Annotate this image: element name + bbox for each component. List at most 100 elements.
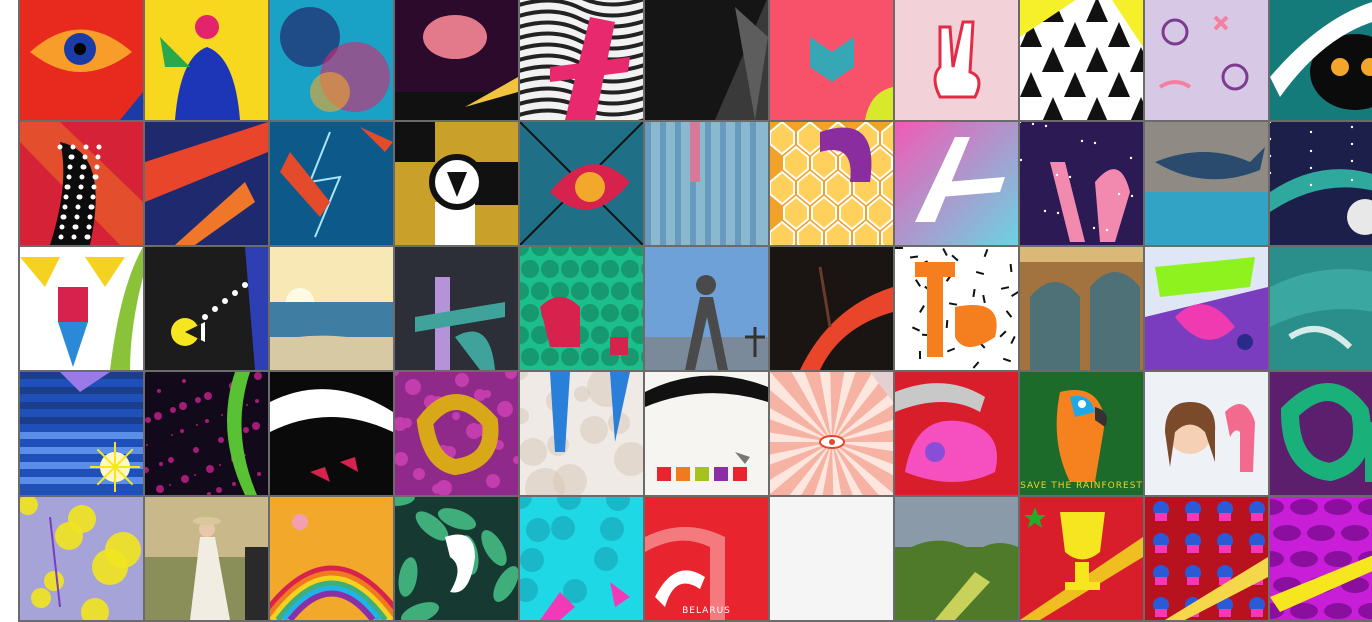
artwork-thumbnail-moon: [1270, 122, 1372, 245]
artwork-tile-r4c9[interactable]: SAVE THE RAINFOREST: [1020, 372, 1143, 495]
artwork-tile-r5c11[interactable]: [1270, 497, 1372, 620]
artwork-tile-r2c6[interactable]: [645, 122, 768, 245]
artwork-tile-r2c8[interactable]: [895, 122, 1018, 245]
artwork-thumbnail-squares: [645, 372, 768, 495]
artwork-thumbnail-cat: [1270, 0, 1372, 120]
artwork-tile-r3c1[interactable]: [20, 247, 143, 370]
artwork-tile-r3c5[interactable]: [520, 247, 643, 370]
artwork-thumbnail-parrot: [1020, 372, 1143, 495]
artwork-tile-r5c4[interactable]: [395, 497, 518, 620]
artwork-thumbnail-statue: [645, 247, 768, 370]
artwork-tile-r4c11[interactable]: [1270, 372, 1372, 495]
artwork-thumbnail-galaxy: [145, 372, 268, 495]
artwork-tile-r2c5[interactable]: [520, 122, 643, 245]
artwork-thumbnail-hand: [895, 0, 1018, 120]
artwork-tile-r3c8[interactable]: [895, 247, 1018, 370]
artwork-tile-r2c1[interactable]: [20, 122, 143, 245]
artwork-thumbnail-chevron: [770, 0, 893, 120]
artwork-tile-r5c9[interactable]: [1020, 497, 1143, 620]
artwork-gallery-grid: SAVE THE RAINFOREST BELARUS: [18, 0, 1372, 622]
artwork-thumbnail-pattern: [1145, 0, 1268, 120]
artwork-tile-r3c10[interactable]: [1145, 247, 1268, 370]
artwork-thumbnail-arches: [1020, 247, 1143, 370]
artwork-tile-r4c7[interactable]: [770, 372, 893, 495]
artwork-tile-r1c6[interactable]: [645, 0, 768, 120]
artwork-tile-r1c10[interactable]: [1145, 0, 1268, 120]
artwork-thumbnail-dark: [645, 0, 768, 120]
artwork-thumbnail-figure: [145, 0, 268, 120]
artwork-tile-r1c1[interactable]: [20, 0, 143, 120]
artwork-thumbnail-rays: [770, 372, 893, 495]
artwork-tile-r4c4[interactable]: [395, 372, 518, 495]
artwork-thumbnail-diagonal: [145, 122, 268, 245]
artwork-tile-r2c10[interactable]: [1145, 122, 1268, 245]
artwork-thumbnail-lightning: [270, 122, 393, 245]
artwork-tile-r4c3[interactable]: [270, 372, 393, 495]
artwork-tile-r4c6[interactable]: [645, 372, 768, 495]
artwork-thumbnail-whale: [1145, 122, 1268, 245]
artwork-thumbnail-gradient: [895, 122, 1018, 245]
artwork-thumbnail-girl: [1145, 372, 1268, 495]
artwork-tile-r4c2[interactable]: [145, 372, 268, 495]
artwork-tile-r3c3[interactable]: [270, 247, 393, 370]
artwork-thumbnail-eye: [20, 0, 143, 120]
artwork-tile-r4c8[interactable]: [895, 372, 1018, 495]
artwork-thumbnail-trophy: [1020, 497, 1143, 620]
artwork-tile-r5c8[interactable]: [895, 497, 1018, 620]
artwork-thumbnail-confetti: [895, 247, 1018, 370]
artwork-tile-r1c3[interactable]: [270, 0, 393, 120]
artwork-thumbnail-hills: [895, 497, 1018, 620]
artwork-tile-r2c2[interactable]: [145, 122, 268, 245]
artwork-thumbnail-letter2: [1270, 372, 1372, 495]
artwork-thumbnail-waves: [520, 0, 643, 120]
artwork-tile-r1c11[interactable]: [1270, 0, 1372, 120]
artwork-thumbnail-ribbon: [770, 247, 893, 370]
artwork-thumbnail-flowers: [20, 497, 143, 620]
artwork-tile-r5c10[interactable]: [1145, 497, 1268, 620]
artwork-thumbnail-ink: [270, 0, 393, 120]
artwork-tile-r1c8[interactable]: [895, 0, 1018, 120]
artwork-thumbnail-belarus: [645, 497, 768, 620]
artwork-tile-r5c6[interactable]: BELARUS: [645, 497, 768, 620]
artwork-tile-r3c4[interactable]: [395, 247, 518, 370]
artwork-tile-r2c11[interactable]: [1270, 122, 1372, 245]
artwork-tile-r1c7[interactable]: [770, 0, 893, 120]
artwork-thumbnail-pacman: [145, 247, 268, 370]
artwork-tile-r2c9[interactable]: [1020, 122, 1143, 245]
artwork-thumbnail-scales: [520, 247, 643, 370]
artwork-thumbnail-rainbow: [270, 497, 393, 620]
artwork-thumbnail-floral: [520, 497, 643, 620]
artwork-thumbnail-toy: [20, 247, 143, 370]
artwork-thumbnail-beach: [270, 247, 393, 370]
artwork-thumbnail-space: [1020, 122, 1143, 245]
artwork-thumbnail-blank: [770, 497, 893, 620]
artwork-tile-r3c11[interactable]: [1270, 247, 1372, 370]
artwork-tile-r4c1[interactable]: [20, 372, 143, 495]
artwork-tile-r1c4[interactable]: [395, 0, 518, 120]
artwork-tile-r1c5[interactable]: [520, 0, 643, 120]
artwork-tile-r3c9[interactable]: [1020, 247, 1143, 370]
artwork-tile-r5c2[interactable]: [145, 497, 268, 620]
artwork-tile-r1c9[interactable]: [1020, 0, 1143, 120]
artwork-thumbnail-brain: [395, 0, 518, 120]
artwork-tile-r5c3[interactable]: [270, 497, 393, 620]
artwork-tile-r1c2[interactable]: [145, 0, 268, 120]
artwork-thumbnail-curves: [520, 122, 643, 245]
artwork-thumbnail-triangles: [1020, 0, 1143, 120]
artwork-thumbnail-glitch: [645, 122, 768, 245]
artwork-tile-r2c7[interactable]: [770, 122, 893, 245]
artwork-thumbnail-splash: [1145, 247, 1268, 370]
artwork-tile-r2c3[interactable]: [270, 122, 393, 245]
artwork-thumbnail-bubbles: [395, 372, 518, 495]
artwork-tile-r4c5[interactable]: [520, 372, 643, 495]
artwork-thumbnail-teal: [1270, 247, 1372, 370]
artwork-tile-r5c5[interactable]: [520, 497, 643, 620]
artwork-tile-r4c10[interactable]: [1145, 372, 1268, 495]
artwork-tile-r5c1[interactable]: [20, 497, 143, 620]
artwork-tile-r3c7[interactable]: [770, 247, 893, 370]
artwork-tile-r5c7[interactable]: [770, 497, 893, 620]
artwork-thumbnail-stripes: [20, 372, 143, 495]
artwork-tile-r3c6[interactable]: [645, 247, 768, 370]
artwork-tile-r3c2[interactable]: [145, 247, 268, 370]
artwork-tile-r2c4[interactable]: [395, 122, 518, 245]
